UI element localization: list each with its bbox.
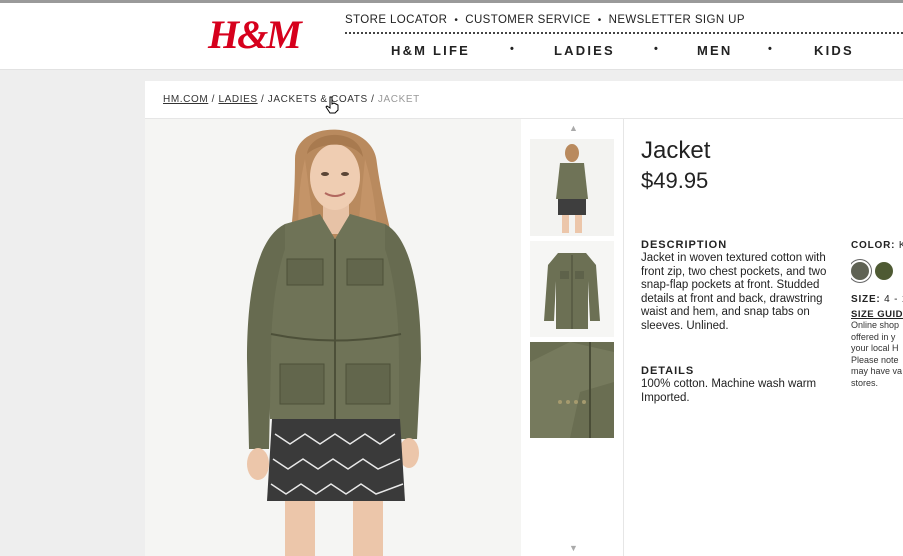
nav-hm-life[interactable]: H&M LIFE (391, 43, 470, 58)
chevron-down-icon[interactable]: ▼ (569, 543, 578, 553)
thumbnail-collar-detail[interactable] (530, 342, 614, 438)
main-product-image[interactable] (145, 119, 521, 556)
site-header: H&M STORE LOCATOR • CUSTOMER SERVICE • N… (0, 3, 903, 70)
product-summary: Jacket $49.95 (641, 137, 710, 195)
nav-ladies[interactable]: LADIES (554, 43, 615, 58)
hand-cursor-icon (325, 96, 339, 114)
details-heading: DETAILS (641, 365, 695, 377)
main-nav: H&M LIFE • LADIES • MEN • KIDS (345, 43, 903, 61)
color-swatches (851, 262, 903, 280)
nav-kids[interactable]: KIDS (814, 43, 854, 58)
details-section: DETAILS 100% cotton. Machine wash warm I… (641, 365, 841, 405)
thumbnail-column: ▲ ▼ (521, 119, 623, 556)
size-note-line: offered in y (851, 331, 896, 342)
breadcrumb: HM.COM / LADIES / JACKETS & COATS / JACK… (163, 94, 420, 105)
breadcrumb-separator: / (371, 94, 375, 105)
separator-dot: • (454, 14, 459, 26)
column-divider (623, 119, 624, 556)
size-note-line: may have va (851, 366, 903, 376)
separator-dot: • (597, 14, 602, 26)
product-price: $49.95 (641, 168, 709, 193)
color-label: COLOR: (851, 240, 896, 251)
breadcrumb-separator: / (211, 94, 216, 105)
model-photo-illustration (145, 119, 521, 556)
breadcrumb-ladies[interactable]: LADIES (218, 94, 257, 105)
product-title: Jacket (641, 137, 711, 164)
nav-separator: • (768, 43, 775, 55)
thumbnail-detail-image (530, 342, 614, 438)
nav-men[interactable]: MEN (697, 43, 733, 58)
nav-separator: • (654, 43, 661, 55)
color-label-row: COLOR: K (851, 240, 903, 251)
description-text: Jacket in woven textured cotton with fro… (641, 252, 827, 332)
description-heading: DESCRIPTION (641, 239, 728, 251)
swatch-grey-green[interactable] (851, 262, 869, 280)
options-panel: COLOR: K SIZE: 4 - 12 SIZE GUID Online s… (851, 240, 903, 389)
size-label-row: SIZE: 4 - 12 (851, 294, 903, 305)
size-note-line: Please note (851, 354, 899, 365)
details-text: 100% cotton. Machine wash warm Imported. (641, 378, 817, 404)
store-locator-link[interactable]: STORE LOCATOR (345, 14, 447, 26)
size-note-line: stores. (851, 377, 879, 388)
size-guide-link[interactable]: SIZE GUID (851, 309, 903, 320)
customer-service-link[interactable]: CUSTOMER SERVICE (465, 14, 590, 26)
chevron-up-icon[interactable]: ▲ (569, 123, 578, 133)
color-value: K (898, 240, 903, 251)
thumbnail-jacket-image (530, 241, 614, 337)
breadcrumb-separator: / (261, 94, 265, 105)
breadcrumb-current: JACKET (377, 94, 420, 105)
hm-logo[interactable]: H&M (208, 13, 302, 57)
swatch-olive[interactable] (875, 262, 893, 280)
newsletter-signup-link[interactable]: NEWSLETTER SIGN UP (609, 14, 745, 26)
utility-nav: STORE LOCATOR • CUSTOMER SERVICE • NEWSL… (345, 12, 903, 28)
size-note-line: your local H (851, 343, 899, 353)
size-note-line: Online shop (851, 320, 900, 330)
dotted-divider (345, 32, 903, 34)
size-value: 4 - 12 (884, 294, 903, 305)
breadcrumb-home[interactable]: HM.COM (163, 94, 208, 105)
description-section: DESCRIPTION Jacket in woven textured cot… (641, 239, 836, 333)
thumbnail-model[interactable] (530, 139, 614, 236)
size-label: SIZE: (851, 294, 881, 305)
thumbnail-jacket-front[interactable] (530, 241, 614, 337)
breadcrumb-jackets-coats[interactable]: JACKETS & COATS (268, 94, 368, 105)
nav-separator: • (510, 43, 517, 55)
product-page: HM.COM / LADIES / JACKETS & COATS / JACK… (145, 81, 903, 556)
thumbnail-model-image (530, 139, 614, 236)
